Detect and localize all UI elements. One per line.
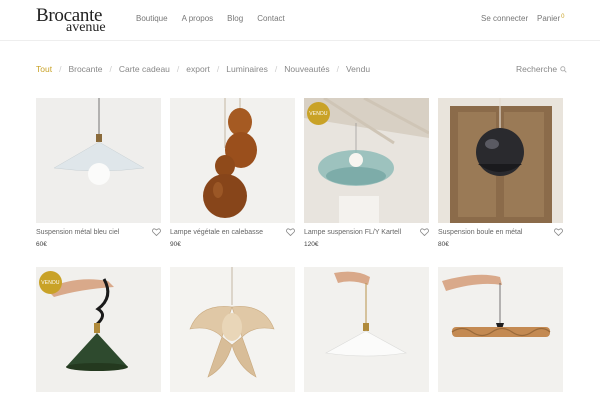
site-header: Brocante avenue Boutique A propos Blog C… bbox=[0, 0, 600, 41]
nav-blog[interactable]: Blog bbox=[227, 14, 243, 23]
main-nav: Boutique A propos Blog Contact bbox=[136, 14, 285, 23]
product-name[interactable]: Suspension métal bleu ciel bbox=[36, 229, 119, 236]
filter-luminaires[interactable]: Luminaires bbox=[226, 64, 268, 74]
filter-nouveautes[interactable]: Nouveautés bbox=[284, 64, 329, 74]
product-photo[interactable] bbox=[304, 267, 429, 392]
filter-separator: / bbox=[216, 64, 220, 74]
product-photo[interactable] bbox=[170, 98, 295, 223]
login-link[interactable]: Se connecter bbox=[481, 14, 528, 23]
filter-brocante[interactable]: Brocante bbox=[68, 64, 102, 74]
product-photo[interactable] bbox=[36, 98, 161, 223]
search-toggle[interactable]: Recherche bbox=[516, 64, 567, 74]
filter-separator: / bbox=[274, 64, 278, 74]
cart-label: Panier bbox=[537, 14, 561, 23]
category-filter-bar: Tout / Brocante / Carte cadeau / export / Lu… bbox=[36, 64, 370, 74]
heart-icon[interactable] bbox=[554, 228, 563, 236]
product-price: 120€ bbox=[304, 241, 319, 248]
filter-separator: / bbox=[176, 64, 180, 74]
heart-icon[interactable] bbox=[420, 228, 429, 236]
nav-boutique[interactable]: Boutique bbox=[136, 14, 168, 23]
filter-separator: / bbox=[336, 64, 339, 74]
product-name[interactable]: Lampe suspension FL/Y Kartell bbox=[304, 229, 401, 236]
product-photo[interactable]: VENDU bbox=[304, 98, 429, 223]
nav-a-propos[interactable]: A propos bbox=[182, 14, 214, 23]
product-price: 90€ bbox=[170, 241, 181, 248]
filter-vendu[interactable]: Vendu bbox=[346, 64, 370, 74]
cart-link[interactable]: Panier0 bbox=[537, 14, 564, 23]
filter-export[interactable]: export bbox=[186, 64, 210, 74]
sold-badge: VENDU bbox=[39, 271, 62, 294]
search-label: Recherche bbox=[516, 64, 558, 74]
product-price: 80€ bbox=[438, 241, 449, 248]
product-photo[interactable]: VENDU bbox=[36, 267, 161, 392]
product-name[interactable]: Lampe végétale en calebasse bbox=[170, 229, 263, 236]
heart-icon[interactable] bbox=[152, 228, 161, 236]
product-photo[interactable] bbox=[438, 98, 563, 223]
cart-count-badge: 0 bbox=[561, 14, 565, 20]
search-icon bbox=[560, 65, 567, 73]
product-price: 60€ bbox=[36, 241, 47, 248]
product-photo[interactable] bbox=[170, 267, 295, 392]
filter-carte-cadeau[interactable]: Carte cadeau bbox=[119, 64, 170, 74]
product-photo[interactable] bbox=[438, 267, 563, 392]
filter-separator: / bbox=[59, 64, 62, 74]
filter-separator: / bbox=[109, 64, 112, 74]
brand-logo-line2: avenue bbox=[66, 20, 106, 35]
product-name[interactable]: Suspension boule en métal bbox=[438, 229, 522, 236]
sold-badge: VENDU bbox=[307, 102, 330, 125]
brand-logo[interactable]: Brocante avenue bbox=[36, 6, 116, 35]
nav-contact[interactable]: Contact bbox=[257, 14, 285, 23]
filter-tout[interactable]: Tout bbox=[36, 64, 52, 74]
heart-icon[interactable] bbox=[286, 228, 295, 236]
